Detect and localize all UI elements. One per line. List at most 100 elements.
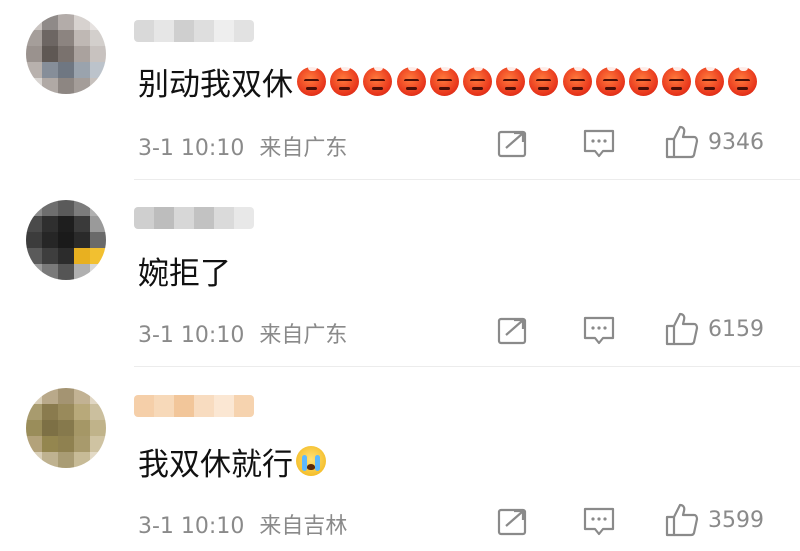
angry-face-emoji [297, 63, 326, 96]
avatar-pixel [90, 452, 106, 468]
like-count: 3599 [708, 507, 764, 533]
avatar-pixel [26, 264, 42, 280]
username-blurred[interactable] [134, 20, 254, 42]
emoji-row [297, 63, 762, 96]
like-count: 9346 [708, 129, 764, 155]
avatar-pixel [74, 30, 90, 46]
comment-location: 来自广东 [259, 136, 348, 161]
avatar-pixel [58, 200, 74, 216]
username-blurred[interactable] [134, 207, 254, 229]
avatar-pixel [58, 420, 74, 436]
avatar-pixel [26, 62, 42, 78]
avatar-pixel [42, 232, 58, 248]
angry-face-emoji [529, 63, 559, 96]
angry-face-emoji [695, 63, 725, 96]
comment-button[interactable] [582, 127, 616, 161]
avatar-pixel [58, 46, 74, 62]
avatar[interactable] [26, 14, 106, 94]
username-blur-block [214, 20, 234, 42]
avatar-pixel [42, 388, 58, 404]
comment-icon [582, 505, 616, 539]
avatar-pixel [42, 200, 58, 216]
avatar[interactable] [26, 388, 106, 468]
thumbs-up-icon [664, 311, 700, 347]
comment-text: 我双休就行 [138, 441, 326, 483]
avatar-pixel [58, 30, 74, 46]
angry-face-emoji [628, 63, 658, 96]
comment-icon [582, 314, 616, 348]
avatar-pixel [58, 436, 74, 452]
comment-meta: 3-1 10:10 来自广东 [138, 130, 347, 162]
avatar-pixel [58, 78, 74, 94]
avatar-pixel [26, 14, 42, 30]
angry-face-emoji [662, 63, 692, 96]
username-blur-block [174, 395, 194, 417]
share-icon [496, 505, 530, 537]
username-blur-block [214, 395, 234, 417]
username-blur-block [134, 395, 154, 417]
share-button[interactable] [496, 127, 530, 159]
avatar-pixel [42, 436, 58, 452]
avatar-pixel [26, 200, 42, 216]
avatar-pixel [74, 264, 90, 280]
crying-face-emoji [296, 446, 326, 476]
avatar[interactable] [26, 200, 106, 280]
comment-button[interactable] [582, 505, 616, 539]
divider [134, 179, 800, 180]
avatar-pixel [58, 62, 74, 78]
avatar-pixel [90, 200, 106, 216]
avatar-pixel [26, 388, 42, 404]
like-button[interactable]: 3599 [664, 502, 764, 538]
avatar-pixel [42, 420, 58, 436]
comment-meta: 3-1 10:10 来自吉林 [138, 508, 347, 540]
avatar-pixel [90, 404, 106, 420]
comment-date: 3-1 10:10 [138, 136, 245, 161]
avatar-pixel [58, 388, 74, 404]
avatar-pixel [90, 248, 106, 264]
share-icon [496, 127, 530, 159]
like-button[interactable]: 9346 [664, 124, 764, 160]
avatar-pixel [90, 30, 106, 46]
username-blur-block [214, 207, 234, 229]
avatar-pixel [26, 232, 42, 248]
avatar-pixel [90, 14, 106, 30]
username-blur-block [194, 20, 214, 42]
avatar-pixel [58, 404, 74, 420]
avatar-pixel [74, 404, 90, 420]
username-blur-block [234, 395, 254, 417]
angry-face-emoji [363, 63, 393, 96]
username-blur-block [194, 395, 214, 417]
avatar-pixel [90, 388, 106, 404]
avatar-pixel [90, 46, 106, 62]
username-blurred[interactable] [134, 395, 254, 417]
comment-button[interactable] [582, 314, 616, 348]
avatar-pixel [26, 452, 42, 468]
avatar-pixel [74, 232, 90, 248]
angry-face-emoji [595, 63, 625, 96]
avatar-pixel [26, 46, 42, 62]
avatar-pixel [74, 200, 90, 216]
like-button[interactable]: 6159 [664, 311, 764, 347]
avatar-pixel [74, 436, 90, 452]
avatar-pixel [26, 216, 42, 232]
avatar-pixel [42, 30, 58, 46]
avatar-pixel [58, 264, 74, 280]
username-blur-block [174, 207, 194, 229]
avatar-pixel [90, 264, 106, 280]
username-blur-block [154, 20, 174, 42]
avatar-pixel [26, 436, 42, 452]
username-blur-block [234, 207, 254, 229]
avatar-pixel [42, 404, 58, 420]
comment-location: 来自吉林 [259, 514, 348, 539]
angry-face-emoji [330, 63, 360, 96]
avatar-pixel [58, 232, 74, 248]
avatar-pixel [74, 420, 90, 436]
share-button[interactable] [496, 314, 530, 346]
avatar-pixel [42, 78, 58, 94]
comment-icon [582, 127, 616, 161]
avatar-pixel [26, 30, 42, 46]
like-count: 6159 [708, 316, 764, 342]
share-button[interactable] [496, 505, 530, 537]
avatar-pixel [74, 452, 90, 468]
avatar-pixel [42, 62, 58, 78]
